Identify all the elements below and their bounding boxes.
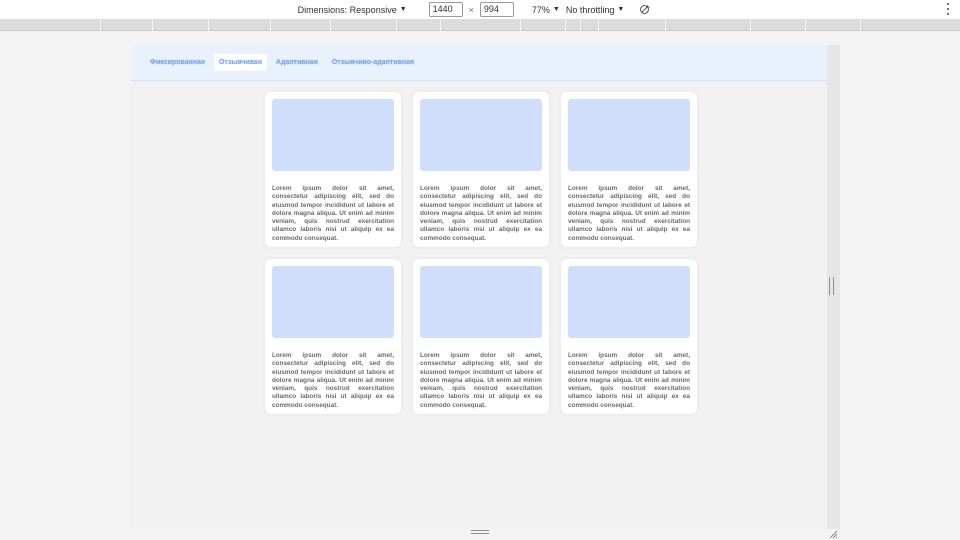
ruler-segment[interactable] [152,19,153,31]
ruler-segment[interactable] [330,19,331,31]
more-vert-icon[interactable] [946,3,950,15]
card-text: Lorem ipsum dolor sit amet, consectetur … [420,185,542,242]
ruler-segment[interactable] [396,19,397,31]
times-separator: × [468,4,474,15]
card-image-placeholder [420,266,542,338]
card-image-placeholder [568,99,690,171]
card: Lorem ipsum dolor sit amet, consectetur … [561,259,697,414]
throttling-dropdown[interactable]: No throttling ▼ [566,5,624,15]
card-text: Lorem ipsum dolor sit amet, consectetur … [568,352,690,409]
card-text: Lorem ipsum dolor sit amet, consectetur … [272,185,394,242]
page-nav: Фиксированная Отзывчивая Адаптивная Отзы… [131,45,827,81]
chevron-down-icon: ▼ [552,6,560,13]
card: Lorem ipsum dolor sit amet, consectetur … [413,259,549,414]
card: Lorem ipsum dolor sit amet, consectetur … [265,92,401,247]
device-toolbar: Dimensions: Responsive ▼ 1440 × 994 77% … [0,0,960,19]
ruler-segment[interactable] [100,19,101,31]
card: Lorem ipsum dolor sit amet, consectetur … [413,92,549,247]
nav-tab-responsive[interactable]: Отзывчивая [213,54,267,71]
ruler-segment[interactable] [270,19,271,31]
card-image-placeholder [568,266,690,338]
nav-tab-responsive-adaptive[interactable]: Отзывчиво-адаптивная [327,54,419,71]
card-text: Lorem ipsum dolor sit amet, consectetur … [568,185,690,242]
media-query-ruler[interactable] [0,19,960,31]
width-input[interactable]: 1440 [428,2,463,17]
card-image-placeholder [272,266,394,338]
card-image-placeholder [420,99,542,171]
chevron-down-icon: ▼ [399,6,407,13]
card: Lorem ipsum dolor sit amet, consectetur … [561,92,697,247]
card-text: Lorem ipsum dolor sit amet, consectetur … [420,352,542,409]
resize-corner-icon[interactable] [829,526,838,539]
ruler-segment[interactable] [750,19,751,31]
card-image-placeholder [272,99,394,171]
rotate-icon[interactable] [638,4,650,16]
ruler-segment[interactable] [565,19,566,31]
emulated-viewport: Фиксированная Отзывчивая Адаптивная Отзы… [131,45,827,529]
card: Lorem ipsum dolor sit amet, consectetur … [265,259,401,414]
nav-tab-fixed[interactable]: Фиксированная [145,54,210,71]
throttling-label: No throttling [565,4,615,15]
zoom-dropdown[interactable]: 77% ▼ [532,5,560,15]
chevron-down-icon: ▼ [617,6,625,13]
resize-handle-right[interactable] [829,277,834,295]
height-input[interactable]: 994 [479,2,514,17]
zoom-label: 77% [531,4,550,15]
ruler-segment[interactable] [805,19,806,31]
ruler-segment[interactable] [598,19,599,31]
ruler-segment[interactable] [665,19,666,31]
ruler-segment[interactable] [208,19,209,31]
ruler-segment[interactable] [520,19,521,31]
card-text: Lorem ipsum dolor sit amet, consectetur … [272,352,394,409]
device-toolbar-controls: Dimensions: Responsive ▼ 1440 × 994 77% … [298,2,651,17]
dimensions-dropdown[interactable]: Dimensions: Responsive ▼ [298,5,407,15]
ruler-segment[interactable] [860,19,861,31]
resize-handle-bottom[interactable] [471,530,489,534]
nav-tab-adaptive[interactable]: Адаптивная [271,54,323,71]
ruler-segment[interactable] [580,19,581,31]
dimensions-label: Dimensions: Responsive [297,4,397,15]
ruler-segment[interactable] [440,19,441,31]
